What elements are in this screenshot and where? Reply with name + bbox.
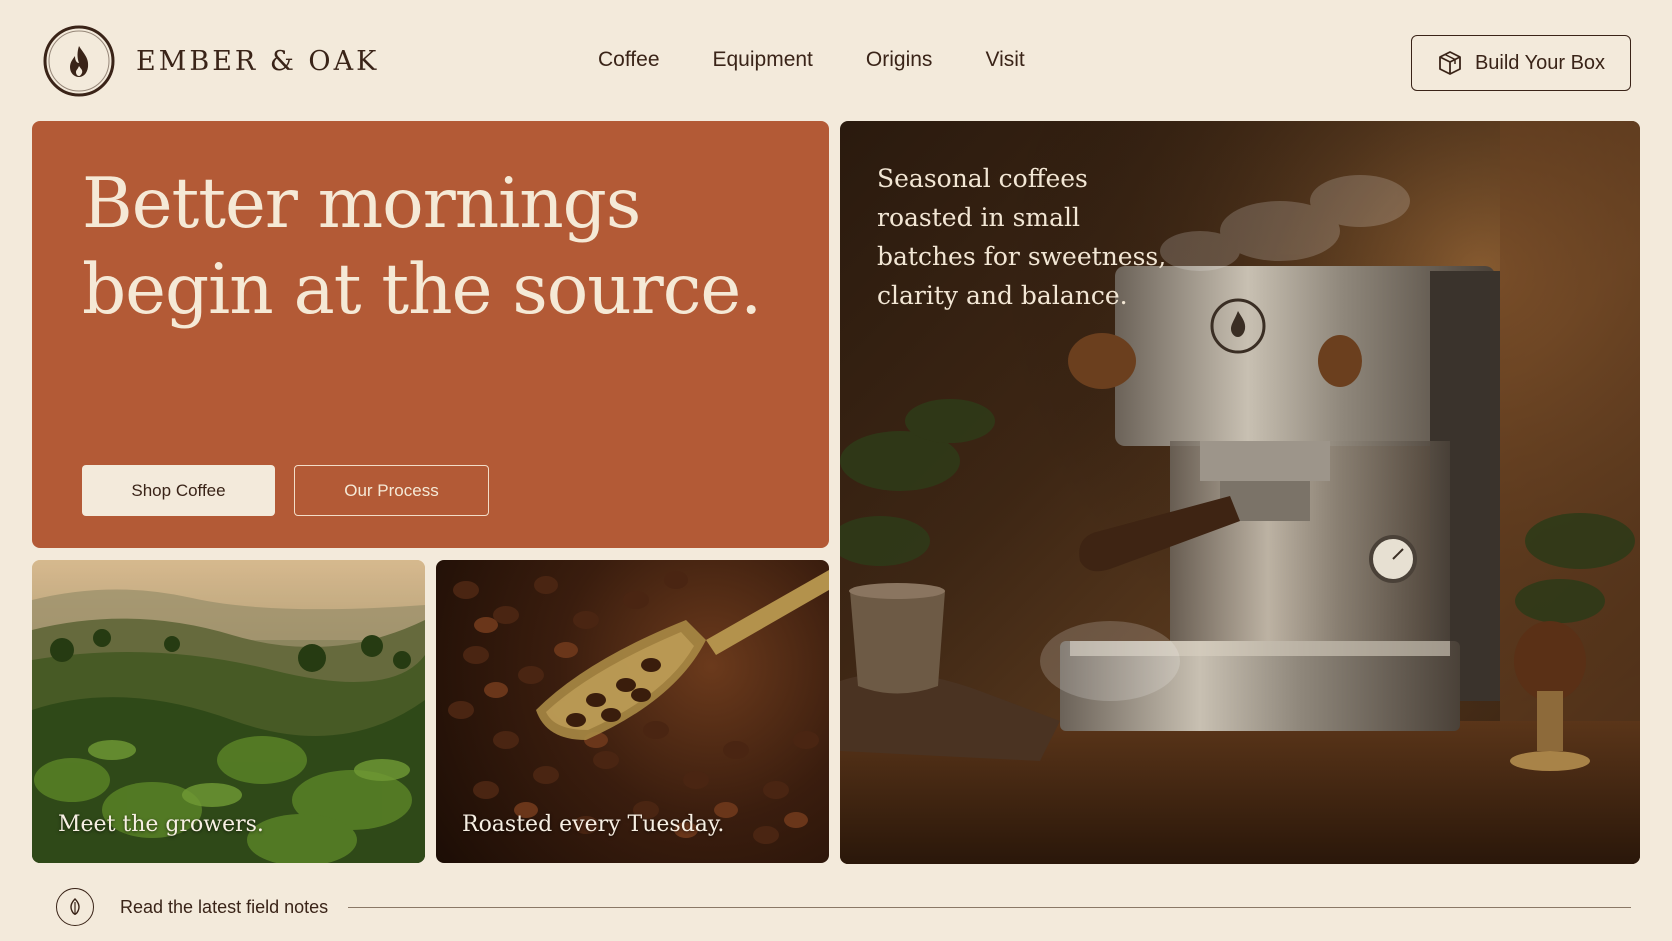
site-header: EMBER & OAK Coffee Equipment Origins Vis… xyxy=(0,0,1672,122)
divider xyxy=(348,906,1631,908)
nav-item-coffee[interactable]: Coffee xyxy=(598,48,660,72)
field-notes-link[interactable]: Read the latest field notes xyxy=(120,897,328,918)
flame-icon xyxy=(43,25,115,97)
shop-coffee-button[interactable]: Shop Coffee xyxy=(82,465,275,516)
hero-card: Better mornings begin at the source. Sho… xyxy=(32,121,829,548)
field-notes-strip: Read the latest field notes xyxy=(56,887,1631,927)
hero-title-line-1: Better mornings xyxy=(82,164,641,244)
nav-item-equipment[interactable]: Equipment xyxy=(713,48,813,72)
growers-tile[interactable]: Meet the growers. xyxy=(32,560,425,863)
brand-name: EMBER & OAK xyxy=(136,45,380,77)
espresso-feature-tile: Seasonal coffees roasted in small batche… xyxy=(840,121,1640,864)
hero-title: Better mornings begin at the source. xyxy=(82,161,782,333)
roasted-beans-tile[interactable]: Roasted every Tuesday. xyxy=(436,560,829,863)
main-nav: Coffee Equipment Origins Visit xyxy=(598,48,1025,72)
hero-title-line-2: begin at the source. xyxy=(82,250,762,330)
nav-item-origins[interactable]: Origins xyxy=(866,48,933,72)
field-notes-icon-button[interactable] xyxy=(56,888,94,926)
build-your-box-label: Build Your Box xyxy=(1474,51,1606,74)
box-icon xyxy=(1439,51,1461,75)
feature-description: Seasonal coffees roasted in small batche… xyxy=(877,164,1167,310)
growers-caption: Meet the growers. xyxy=(58,812,264,837)
our-process-button[interactable]: Our Process xyxy=(294,465,489,516)
brand-logo[interactable]: EMBER & OAK xyxy=(40,22,379,100)
beans-caption: Roasted every Tuesday. xyxy=(462,812,725,837)
leaf-icon xyxy=(70,898,80,915)
nav-item-visit[interactable]: Visit xyxy=(985,48,1024,72)
build-your-box-button[interactable]: Build Your Box xyxy=(1411,35,1631,91)
